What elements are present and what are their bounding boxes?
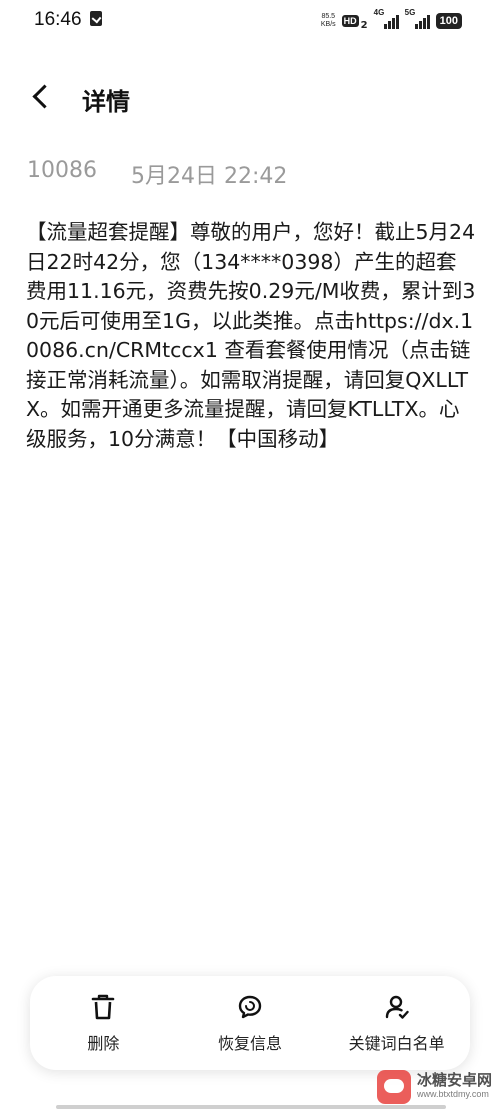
signal-4g-icon: 4G xyxy=(374,8,399,29)
watermark-logo xyxy=(376,1070,411,1104)
chevron-left-icon xyxy=(32,84,57,109)
keyword-whitelist-label: 关键词白名单 xyxy=(348,1034,445,1053)
hd-voice-sub: 2 xyxy=(360,19,368,31)
network-speed-unit: KB/s xyxy=(320,21,336,28)
battery-icon: 100 xyxy=(435,13,462,29)
restore-message-label: 恢复信息 xyxy=(217,1034,282,1053)
sender-number: 10086 xyxy=(27,158,97,183)
keyword-whitelist-button[interactable]: 关键词白名单 xyxy=(327,992,467,1054)
message-body: 【流量超套提醒】尊敬的用户，您好！截止5月24日22时42分，您（134****… xyxy=(26,220,476,451)
network-speed: 85.5 KB/s xyxy=(321,13,336,29)
restore-message-button[interactable]: 恢复信息 xyxy=(180,992,320,1054)
back-button[interactable] xyxy=(22,80,62,116)
message-meta: 10086 5月24日 22:42 xyxy=(27,158,287,190)
network-speed-value: 85.5 xyxy=(321,13,336,20)
signal-5g-icon: 5G xyxy=(405,8,430,29)
watermark-url: www.btxtdmy.com xyxy=(416,1089,489,1099)
user-check-icon xyxy=(382,992,412,1022)
message-datetime: 5月24日 22:42 xyxy=(131,164,288,189)
status-time: 16:46 xyxy=(34,9,82,30)
watermark-name: 冰糖安卓网 xyxy=(416,1071,492,1089)
status-bar: 16:46 85.5 KB/s HD 2 4G 5G 100 xyxy=(0,0,500,40)
sim-card-icon xyxy=(90,11,102,26)
network-type-5g: 5G xyxy=(404,8,416,17)
network-type-4g: 4G xyxy=(373,8,385,17)
status-indicators: 85.5 KB/s HD 2 4G 5G 100 xyxy=(321,8,462,32)
restore-message-icon xyxy=(235,992,265,1022)
action-bar: 删除 恢复信息 关键词白名单 xyxy=(30,976,470,1070)
delete-label: 删除 xyxy=(87,1034,120,1053)
hd-voice-icon: HD xyxy=(341,15,359,27)
delete-button[interactable]: 删除 xyxy=(33,992,173,1054)
page-title: 详情 xyxy=(82,88,130,116)
home-indicator[interactable] xyxy=(56,1105,446,1109)
header: 详情 xyxy=(0,70,500,126)
trash-icon xyxy=(88,992,118,1022)
watermark: 冰糖安卓网 www.btxtdmy.com xyxy=(376,1070,492,1104)
